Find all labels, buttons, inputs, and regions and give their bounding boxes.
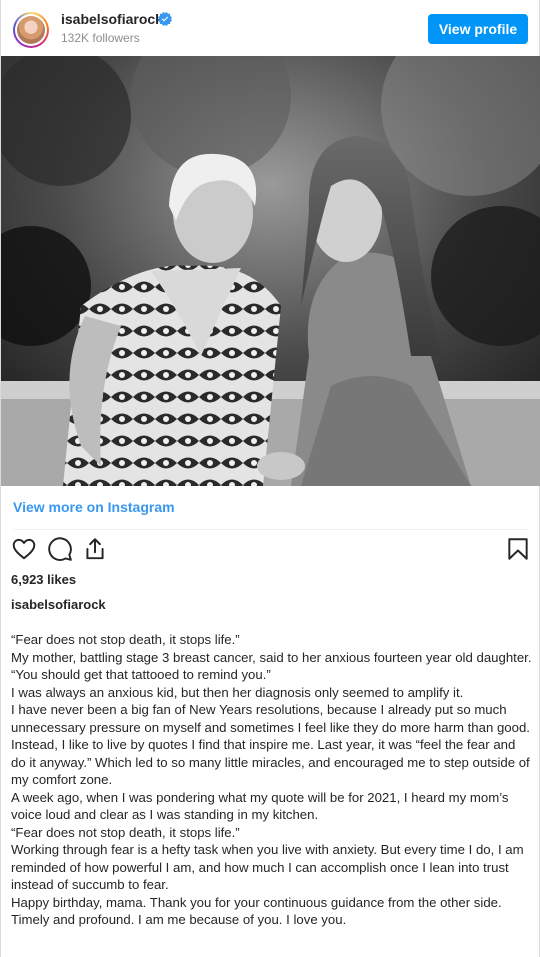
share-icon[interactable] [82,536,108,562]
instagram-embed: isabelsofiarock 132K followers View prof… [0,0,540,957]
caption-line: My mother, battling stage 3 breast cance… [11,649,532,665]
post-photo[interactable] [1,56,540,486]
view-profile-button[interactable]: View profile [428,14,528,44]
divider [13,529,529,530]
post-header: isabelsofiarock 132K followers View prof… [1,0,539,56]
avatar[interactable] [13,12,49,48]
view-more-link[interactable]: View more on Instagram [13,499,175,515]
caption-line: A week ago, when I was pondering what my… [11,789,509,823]
photo-image [1,56,540,486]
caption-line: “You should get that tattooed to remind … [11,667,271,682]
follower-count: 132K followers [61,31,140,45]
caption-text: “Fear does not stop death, it stops life… [11,631,533,929]
caption-line: Working through fear is a hefty task whe… [11,842,524,892]
verified-badge-icon [158,12,172,26]
caption-line: I was always an anxious kid, but then he… [11,684,464,700]
caption-line: I have never been a big fan of New Years… [11,702,530,787]
caption-line: “Fear does not stop death, it stops life… [11,632,240,647]
heart-icon[interactable] [11,536,37,562]
comment-icon[interactable] [47,536,73,562]
caption-username[interactable]: isabelsofiarock [11,597,106,612]
bookmark-icon[interactable] [505,536,531,562]
username[interactable]: isabelsofiarock [61,11,163,27]
like-count[interactable]: 6,923 likes [11,572,76,587]
caption-line: Happy birthday, mama. Thank you for your… [11,894,502,928]
action-bar [1,536,539,566]
caption-line: “Fear does not stop death, it stops life… [11,824,240,840]
